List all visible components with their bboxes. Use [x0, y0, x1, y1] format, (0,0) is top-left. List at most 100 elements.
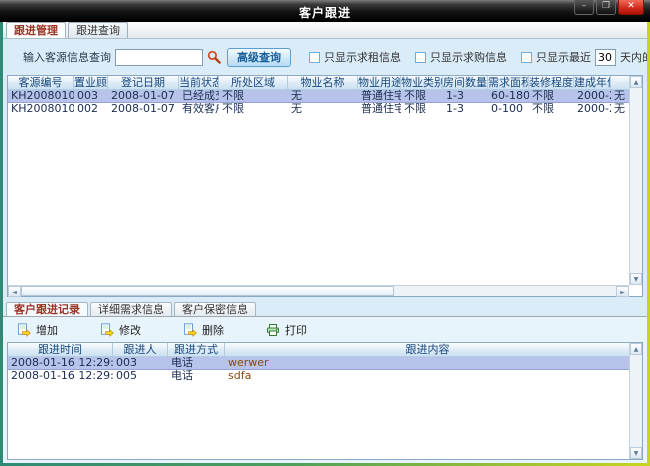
- advanced-query-button[interactable]: 高级查询: [227, 48, 291, 67]
- column-header[interactable]: 物业用途: [358, 76, 401, 89]
- column-header[interactable]: 物业名称: [288, 76, 358, 89]
- delete-button[interactable]: 删除: [183, 322, 224, 338]
- tab-followup-query[interactable]: 跟进查询: [68, 22, 128, 38]
- table-cell: 2008-01-07: [108, 103, 179, 115]
- scroll-down-icon[interactable]: ▼: [630, 273, 642, 285]
- tab-followup-manage[interactable]: 跟进管理: [6, 22, 66, 38]
- search-label: 输入客源信息查询: [23, 49, 111, 65]
- recent-checkbox-label: 只显示最近: [536, 49, 591, 65]
- customer-grid-hscrollbar[interactable]: ◄ ►: [8, 285, 629, 296]
- table-cell: 002: [74, 103, 108, 115]
- table-cell: 2000-2008: [574, 90, 611, 102]
- print-button[interactable]: 打印: [266, 322, 307, 338]
- scroll-right-icon[interactable]: ►: [616, 286, 629, 297]
- table-cell: 不限: [529, 103, 574, 115]
- table-cell: 电话: [168, 370, 225, 382]
- window-controls: – ❐ ✕: [572, 0, 644, 15]
- search-row: 输入客源信息查询 高级查询 只显示求租信息 只显示求购信息 只显示最近: [3, 39, 647, 75]
- table-cell: 不限: [401, 103, 443, 115]
- table-row[interactable]: 2008-01-16 12:29:41003电话werwer: [8, 357, 629, 370]
- purchase-checkbox[interactable]: [415, 52, 426, 63]
- column-header[interactable]: 跟进内容: [225, 343, 629, 356]
- column-header[interactable]: 房间数量: [443, 76, 488, 89]
- tab-detail-requirements[interactable]: 详细需求信息: [90, 302, 172, 316]
- followup-grid-body: 2008-01-16 12:29:41003电话werwer2008-01-16…: [8, 357, 629, 382]
- rent-checkbox[interactable]: [309, 52, 320, 63]
- tab-customer-confidential[interactable]: 客户保密信息: [174, 302, 256, 316]
- scroll-down-icon[interactable]: ▼: [630, 447, 642, 459]
- column-header[interactable]: 装修程度: [529, 76, 574, 89]
- app-window: 客户跟进 – ❐ ✕ 跟进管理 跟进查询 输入客源信息查询 高级查询 只显示: [0, 0, 650, 466]
- column-header[interactable]: [611, 76, 629, 89]
- detail-tabstrip: 客户跟进记录 详细需求信息 客户保密信息: [3, 301, 647, 316]
- column-header[interactable]: 跟进方式: [168, 343, 225, 356]
- table-row[interactable]: KH2008010700010022008-01-07有效客户不限无普通住宅不限…: [8, 103, 629, 115]
- column-header[interactable]: 需求面积: [488, 76, 529, 89]
- table-cell: 005: [113, 370, 168, 382]
- table-cell: 不限: [219, 103, 288, 115]
- column-header[interactable]: 客源编号: [8, 76, 74, 89]
- days-input[interactable]: [595, 49, 616, 66]
- scroll-left-icon[interactable]: ◄: [8, 286, 21, 297]
- filter-rent-option: 只显示求租信息: [309, 49, 401, 65]
- scroll-thumb[interactable]: [21, 286, 394, 296]
- column-header[interactable]: 登记日期: [108, 76, 179, 89]
- table-cell: 已经成交: [179, 90, 219, 102]
- recent-checkbox[interactable]: [521, 52, 532, 63]
- column-header[interactable]: 跟进时间: [8, 343, 113, 356]
- scroll-track[interactable]: [630, 355, 642, 447]
- delete-button-label: 删除: [202, 322, 224, 338]
- column-header[interactable]: 跟进人: [113, 343, 168, 356]
- customer-grid-vscrollbar[interactable]: ▲ ▼: [629, 76, 642, 285]
- filter-recent-option: 只显示最近 天内的信息: [521, 49, 647, 66]
- followup-toolbar: 增加 修改: [3, 317, 647, 342]
- table-cell: 003: [74, 90, 108, 102]
- titlebar: 客户跟进 – ❐ ✕: [0, 0, 650, 22]
- customer-grid-view: 客源编号置业顾问登记日期当前状态所处区域物业名称物业用途物业类别房间数量需求面积…: [8, 76, 629, 285]
- maximize-button[interactable]: ❐: [596, 0, 616, 15]
- followup-grid-vscrollbar[interactable]: ▲ ▼: [629, 343, 642, 459]
- table-cell: 003: [113, 357, 168, 369]
- scroll-track[interactable]: [394, 286, 616, 296]
- scroll-track[interactable]: [630, 88, 642, 273]
- table-cell: 1-3: [443, 103, 488, 115]
- table-cell: 1-3: [443, 90, 488, 102]
- add-button[interactable]: 增加: [17, 322, 58, 338]
- tab-followup-records[interactable]: 客户跟进记录: [6, 302, 88, 316]
- column-header[interactable]: 当前状态: [179, 76, 219, 89]
- close-button[interactable]: ✕: [618, 0, 644, 15]
- table-cell: 无: [288, 103, 358, 115]
- table-cell: 无: [288, 90, 358, 102]
- add-doc-icon: [17, 323, 31, 337]
- column-header[interactable]: 置业顾问: [74, 76, 108, 89]
- table-cell: 不限: [219, 90, 288, 102]
- filter-purchase-option: 只显示求购信息: [415, 49, 507, 65]
- search-icon[interactable]: [207, 50, 221, 64]
- column-header[interactable]: 所处区域: [219, 76, 288, 89]
- purchase-checkbox-label: 只显示求购信息: [430, 49, 507, 65]
- days-suffix-label: 天内的信息: [620, 49, 647, 65]
- table-cell: 普通住宅: [358, 90, 401, 102]
- table-cell: 0-100: [488, 103, 529, 115]
- print-icon: [266, 323, 280, 337]
- table-cell: sdfa: [225, 370, 629, 382]
- table-cell: 2008-01-16 12:29:35: [8, 370, 113, 382]
- minimize-button[interactable]: –: [574, 0, 594, 15]
- table-cell: 2008-01-16 12:29:41: [8, 357, 113, 369]
- modify-button[interactable]: 修改: [100, 322, 141, 338]
- table-cell: 不限: [401, 90, 443, 102]
- scroll-up-icon[interactable]: ▲: [630, 343, 642, 355]
- column-header[interactable]: 物业类别: [401, 76, 443, 89]
- add-button-label: 增加: [36, 322, 58, 338]
- search-input[interactable]: [115, 49, 203, 66]
- scroll-up-icon[interactable]: ▲: [630, 76, 642, 88]
- window-title: 客户跟进: [0, 4, 650, 21]
- column-header[interactable]: 建成年份: [574, 76, 611, 89]
- followup-grid-view: 跟进时间跟进人跟进方式跟进内容 2008-01-16 12:29:41003电话…: [8, 343, 629, 459]
- table-cell: 不限: [529, 90, 574, 102]
- table-row[interactable]: KH2008010700020032008-01-07已经成交不限无普通住宅不限…: [8, 90, 629, 103]
- table-row[interactable]: 2008-01-16 12:29:35005电话sdfa: [8, 370, 629, 382]
- table-cell: 有效客户: [179, 103, 219, 115]
- client-area: 跟进管理 跟进查询 输入客源信息查询 高级查询 只显示求租信息 只显示求购信息: [3, 22, 647, 463]
- table-cell: 2000-2008: [574, 103, 611, 115]
